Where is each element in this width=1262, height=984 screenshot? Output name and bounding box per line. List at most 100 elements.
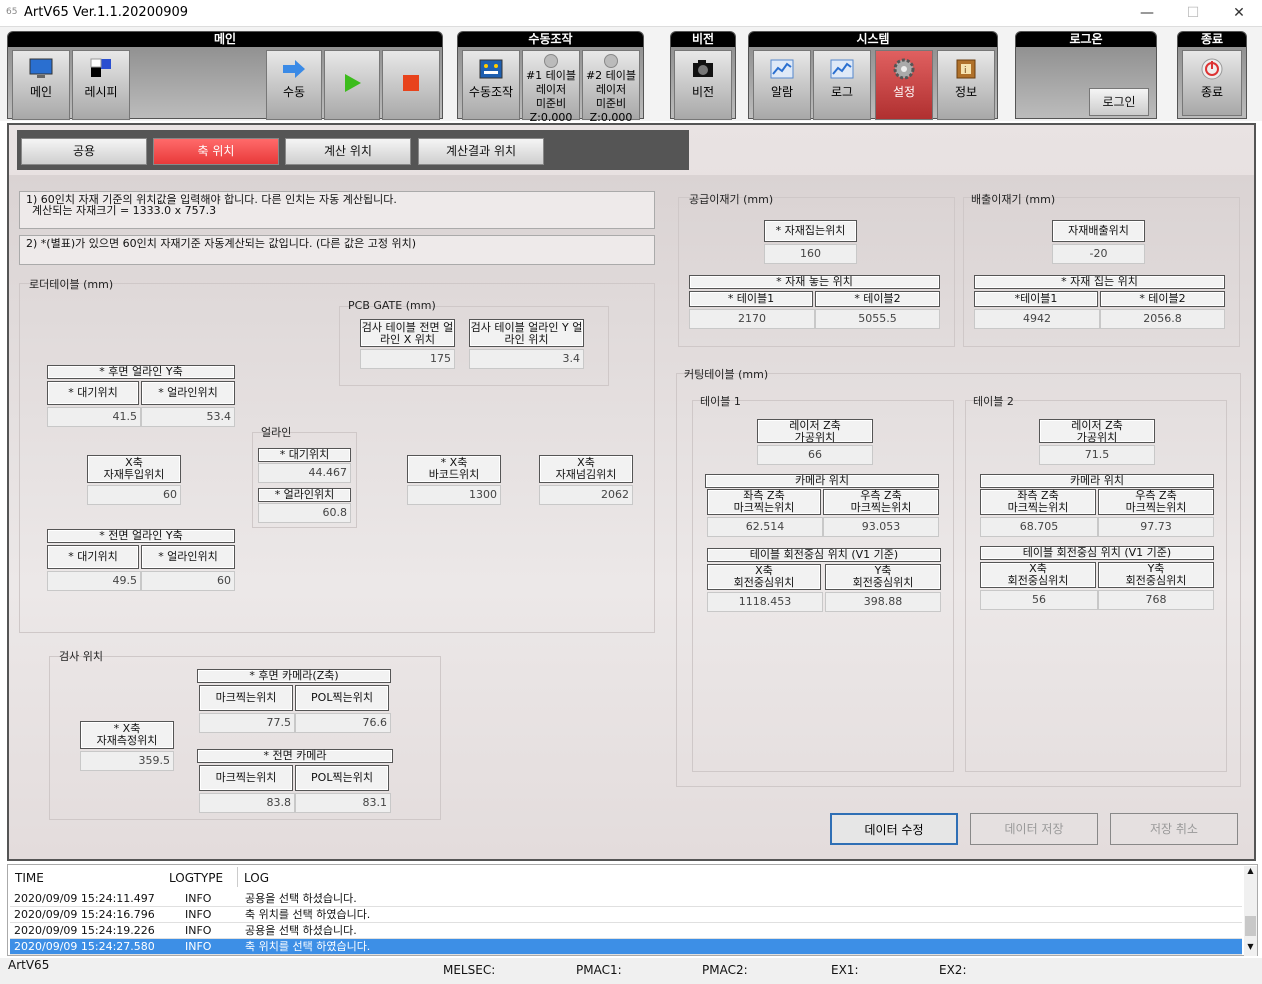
t1-camera-header: 카메라 위치 xyxy=(705,474,939,488)
t2-laser-z-label: 레이저 Z축 가공위치 xyxy=(1039,419,1155,444)
supply-transfer-title: 공급이재기 (mm) xyxy=(689,193,774,206)
settings-button[interactable]: 설정 xyxy=(875,50,933,120)
toolbar-group-exit: 종료 종료 xyxy=(1177,31,1247,119)
x-pass-field[interactable]: 2062 xyxy=(539,485,633,505)
log-button[interactable]: 로그 xyxy=(813,50,871,120)
front-camera-pol-field[interactable]: 83.1 xyxy=(295,793,391,813)
close-button[interactable]: ✕ xyxy=(1216,0,1262,27)
recipe-label: 레시피 xyxy=(84,85,118,99)
rear-align-header: * 후면 얼라인 Y축 xyxy=(47,365,235,379)
pcb-gate-align-y-field[interactable]: 3.4 xyxy=(469,349,584,369)
gear-icon xyxy=(893,58,915,80)
pcb-gate-front-align-x-field[interactable]: 175 xyxy=(360,349,455,369)
status-ex1: EX1: xyxy=(831,963,859,977)
log-row[interactable]: 2020/09/09 15:24:19.226 INFO 공용을 선택 하셨습니다. xyxy=(10,923,1242,939)
t1-laser-z-field[interactable]: 66 xyxy=(757,445,873,465)
tab-axis-position[interactable]: 축 위치 xyxy=(153,138,279,165)
inspect-x-field[interactable]: 359.5 xyxy=(80,751,174,771)
log-panel: TIME LOGTYPE LOG 2020/09/09 15:24:11.497… xyxy=(7,864,1258,956)
edit-data-button[interactable]: 데이터 수정 xyxy=(830,813,958,845)
discharge-out-field[interactable]: -20 xyxy=(1052,244,1145,264)
app-icon: 65 xyxy=(6,7,18,17)
vision-button[interactable]: 비전 xyxy=(674,50,732,120)
arrow-right-icon xyxy=(283,60,305,78)
t2-left-z-field[interactable]: 68.705 xyxy=(980,517,1098,537)
t2-laser-z-field[interactable]: 71.5 xyxy=(1039,445,1155,465)
scroll-down-icon[interactable]: ▼ xyxy=(1244,942,1257,951)
svg-text:i: i xyxy=(964,66,967,76)
note-1-line2: 계산되는 자재크기 = 1333.0 x 757.3 xyxy=(32,204,217,217)
supply-table2-field[interactable]: 5055.5 xyxy=(815,309,940,329)
alarm-button[interactable]: 알람 xyxy=(753,50,811,120)
supply-place-header: * 자재 놓는 위치 xyxy=(689,275,940,289)
laser1-status: #1 테이블 레이저 미준비 Z:0.000 xyxy=(522,50,580,124)
info-label: 정보 xyxy=(954,85,978,99)
log-row[interactable]: 2020/09/09 15:24:16.796 INFO 축 위치를 선택 하였습니… xyxy=(10,907,1242,923)
t2-rotation-header: 테이블 회전중심 위치 (V1 기준) xyxy=(980,546,1214,560)
tab-calc-result-position[interactable]: 계산결과 위치 xyxy=(418,138,544,165)
align-position-label: * 얼라인위치 xyxy=(258,488,351,502)
recipe-button[interactable]: 레시피 xyxy=(72,50,130,120)
log-header-time[interactable]: TIME xyxy=(15,871,44,885)
monitor-icon xyxy=(29,58,53,78)
front-align-wait-field[interactable]: 49.5 xyxy=(47,571,141,591)
rear-align-align-field[interactable]: 53.4 xyxy=(141,407,235,427)
log-row[interactable]: 2020/09/09 15:24:11.497 INFO 공용을 선택 하셨습니다. xyxy=(10,891,1242,907)
x-barcode-field[interactable]: 1300 xyxy=(407,485,501,505)
t2-left-z-label: 좌측 Z축 마크찍는위치 xyxy=(980,489,1096,515)
front-camera-mark-field[interactable]: 83.8 xyxy=(199,793,295,813)
exit-button[interactable]: 종료 xyxy=(1182,50,1242,116)
manual-mode-button[interactable]: 수동 xyxy=(266,50,322,120)
title-bar: 65 ArtV65 Ver.1.1.20200909 — ☐ ✕ xyxy=(0,0,1262,27)
t1-left-z-field[interactable]: 62.514 xyxy=(707,517,823,537)
save-data-button[interactable]: 데이터 저장 xyxy=(970,813,1098,845)
status-led-icon xyxy=(604,54,618,68)
t2-right-z-field[interactable]: 97.73 xyxy=(1098,517,1214,537)
tab-common[interactable]: 공용 xyxy=(21,138,147,165)
manual-control-button[interactable]: 수동조작 xyxy=(462,50,520,120)
front-align-align-field[interactable]: 60 xyxy=(141,571,235,591)
supply-table2-label: * 테이블2 xyxy=(815,291,940,307)
scroll-up-icon[interactable]: ▲ xyxy=(1244,866,1257,882)
scroll-thumb[interactable] xyxy=(1245,916,1256,936)
t1-right-z-field[interactable]: 93.053 xyxy=(823,517,939,537)
laser1-line2: 레이저 xyxy=(535,83,567,96)
discharge-table1-field[interactable]: 4942 xyxy=(974,309,1100,329)
x-input-field[interactable]: 60 xyxy=(87,485,181,505)
start-button[interactable] xyxy=(324,50,380,120)
t1-laser-z-label: 레이저 Z축 가공위치 xyxy=(757,419,873,444)
cancel-save-button[interactable]: 저장 취소 xyxy=(1110,813,1238,845)
discharge-table2-field[interactable]: 2056.8 xyxy=(1100,309,1225,329)
login-button[interactable]: 로그인 xyxy=(1089,88,1149,116)
align-position-field[interactable]: 60.8 xyxy=(258,503,351,523)
tab-calc-position[interactable]: 계산 위치 xyxy=(285,138,411,165)
rear-align-wait-label: * 대기위치 xyxy=(47,381,139,405)
supply-table1-field[interactable]: 2170 xyxy=(689,309,815,329)
laser2-line3: 미준비 xyxy=(595,97,627,110)
info-button[interactable]: i 정보 xyxy=(937,50,995,120)
log-header-type[interactable]: LOGTYPE xyxy=(169,871,223,885)
log-row-selected[interactable]: 2020/09/09 15:24:27.580 INFO 축 위치를 선택 하였습니… xyxy=(10,939,1242,955)
t2-y-rotation-field[interactable]: 768 xyxy=(1098,590,1214,610)
exit-label: 종료 xyxy=(1200,85,1224,99)
t1-x-rotation-field[interactable]: 1118.453 xyxy=(707,592,823,612)
vision-label: 비전 xyxy=(691,85,715,99)
stop-button[interactable] xyxy=(382,50,440,120)
rear-camera-mark-field[interactable]: 77.5 xyxy=(199,713,295,733)
align-wait-field[interactable]: 44.467 xyxy=(258,463,351,483)
rear-align-wait-field[interactable]: 41.5 xyxy=(47,407,141,427)
maximize-button[interactable]: ☐ xyxy=(1170,0,1216,27)
main-button[interactable]: 메인 xyxy=(12,50,70,120)
log-scrollbar[interactable]: ▲ ▼ xyxy=(1244,866,1257,956)
rear-camera-header: * 후면 카메라(Z축) xyxy=(197,669,391,683)
play-icon xyxy=(345,74,361,92)
minimize-button[interactable]: — xyxy=(1124,0,1170,27)
t2-x-rotation-field[interactable]: 56 xyxy=(980,590,1098,610)
x-input-label: X축 자재투입위치 xyxy=(87,455,181,483)
align-title: 얼라인 xyxy=(261,426,292,439)
t1-y-rotation-field[interactable]: 398.88 xyxy=(825,592,941,612)
rear-camera-pol-field[interactable]: 76.6 xyxy=(295,713,391,733)
toolbar: 메인 메인 레시피 수동 수동조작 수동조작 #1 테이블 레이저 미준비 Z:… xyxy=(0,27,1262,124)
supply-pick-field[interactable]: 160 xyxy=(764,244,857,264)
log-header-log[interactable]: LOG xyxy=(244,871,269,885)
